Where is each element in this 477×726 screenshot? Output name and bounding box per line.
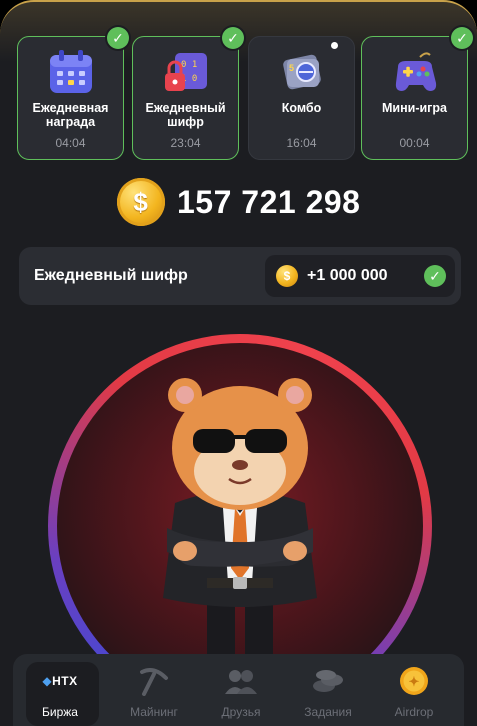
htx-logo: ◆HTX	[17, 674, 103, 688]
nav-airdrop[interactable]: ✦ Airdrop	[371, 654, 457, 726]
daily-cipher-card[interactable]: ✓ 0 1 1 0 Ежедневный шифр 23:04	[132, 27, 244, 160]
cipher-lock-icon: 0 1 1 0	[164, 53, 207, 91]
coin-icon: $	[276, 265, 298, 287]
combo-card[interactable]: 5 Комбо 16:04	[248, 36, 355, 160]
pickaxe-icon	[140, 668, 168, 696]
coins-icon	[313, 670, 343, 692]
card-label: Ежедневная награда	[32, 101, 109, 129]
nav-label: Друзья	[221, 705, 261, 719]
nav-label: Биржа	[42, 705, 78, 719]
nav-tasks[interactable]: Задания	[285, 654, 371, 726]
airdrop-coin-icon: ✦	[400, 667, 428, 695]
check-icon: ✓	[107, 27, 129, 49]
check-icon: ✓	[222, 27, 244, 49]
app-frame: ✓ Ежедневная награда 04:04 ✓ 0 1 1 0 Еже…	[0, 0, 477, 726]
check-icon: ✓	[451, 27, 473, 49]
htx-brand-text: HTX	[52, 674, 78, 688]
card-label: Мини-игра	[382, 101, 447, 115]
card-timer: 23:04	[170, 136, 201, 150]
bottom-nav: ◆HTX Биржа Майнинг Друзья Задания ✦ Aird…	[13, 654, 464, 726]
daily-cards: ✓ Ежедневная награда 04:04 ✓ 0 1 1 0 Еже…	[17, 27, 473, 160]
coin-icon: $	[116, 178, 165, 226]
svg-text:0 1: 0 1	[181, 60, 197, 70]
nav-label: Задания	[304, 705, 352, 719]
mini-game-card[interactable]: ✓ Мини-игра 00:04	[361, 27, 473, 160]
check-icon: ✓	[424, 265, 446, 287]
htx-flame-icon: ◆	[42, 674, 53, 688]
svg-text:5: 5	[289, 63, 294, 73]
daily-cipher-bar[interactable]: Ежедневный шифр $ +1 000 000 ✓	[19, 247, 461, 305]
svg-text:✦: ✦	[409, 674, 420, 689]
nav-mining[interactable]: Майнинг	[111, 654, 197, 726]
friends-icon	[225, 670, 257, 694]
gamepad-icon	[395, 52, 436, 91]
cipher-title: Ежедневный шифр	[34, 267, 188, 284]
nav-label: Майнинг	[130, 705, 178, 719]
card-label: Ежедневный шифр	[145, 101, 226, 129]
card-timer: 16:04	[286, 136, 317, 150]
cipher-reward: $ +1 000 000 ✓	[265, 255, 455, 297]
notification-dot	[331, 42, 338, 49]
nav-exchange[interactable]: ◆HTX Биржа	[17, 654, 103, 726]
cipher-reward-value: +1 000 000	[307, 267, 388, 284]
nav-label: Airdrop	[394, 705, 434, 719]
card-timer: 00:04	[399, 136, 430, 150]
card-timer: 04:04	[55, 136, 86, 150]
balance: $ 157 721 298	[0, 178, 477, 228]
daily-reward-card[interactable]: ✓ Ежедневная награда 04:04	[17, 27, 129, 160]
nav-friends[interactable]: Друзья	[198, 654, 284, 726]
calendar-icon	[49, 50, 92, 93]
card-label: Комбо	[281, 101, 322, 115]
combo-card-icon: 5	[282, 54, 321, 90]
balance-amount: 157 721 298	[177, 183, 361, 220]
